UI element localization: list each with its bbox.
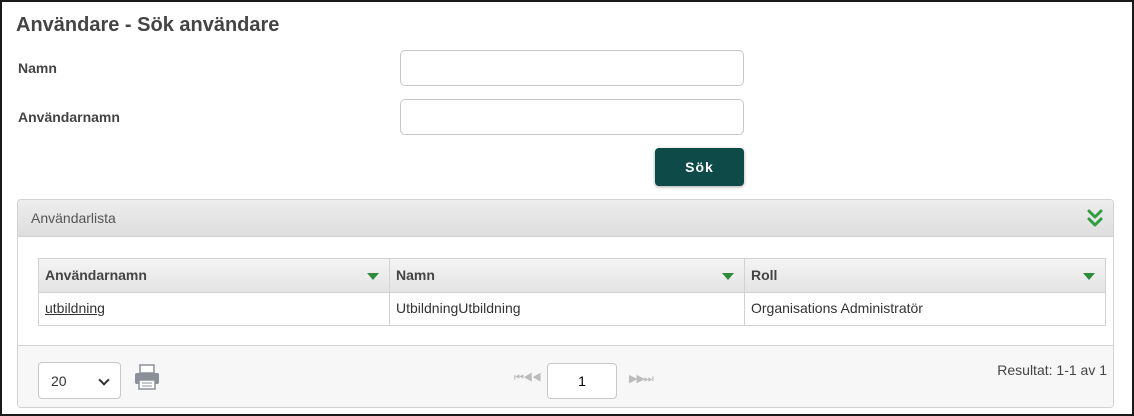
page-title: Användare - Sök användare xyxy=(16,14,280,36)
cell-name: UtbildningUtbildning xyxy=(390,293,745,325)
result-count: Resultat: 1-1 av 1 xyxy=(997,362,1107,378)
page-size-value: 20 xyxy=(51,372,67,389)
column-header-name[interactable]: Namn xyxy=(390,259,745,292)
page-size-select[interactable]: 20 xyxy=(38,362,121,399)
column-header-username[interactable]: Användarnamn xyxy=(39,259,390,292)
user-list-header[interactable]: Användarlista xyxy=(18,200,1113,237)
username-link[interactable]: utbildning xyxy=(45,300,105,316)
sort-arrow-down-icon[interactable] xyxy=(1083,273,1095,280)
user-list-title: Användarlista xyxy=(31,210,116,226)
table-header-row: Användarnamn Namn Roll xyxy=(39,259,1105,293)
username-input[interactable] xyxy=(400,99,744,135)
name-input[interactable] xyxy=(400,50,744,86)
sort-arrow-down-icon[interactable] xyxy=(367,273,379,280)
cell-username: utbildning xyxy=(39,293,390,325)
double-chevron-down-icon[interactable] xyxy=(1086,208,1104,228)
cell-role: Organisations Administratör xyxy=(751,300,923,316)
page-number-input[interactable] xyxy=(547,363,617,399)
first-prev-page-icon[interactable]: ⏮◀◀ xyxy=(514,372,542,385)
name-label: Namn xyxy=(18,60,57,76)
column-header-label: Användarnamn xyxy=(45,267,147,283)
table-row: utbildning UtbildningUtbildning Organisa… xyxy=(39,293,1105,325)
search-button[interactable]: Sök xyxy=(655,148,744,186)
column-header-role[interactable]: Roll xyxy=(745,259,1105,292)
username-label: Användarnamn xyxy=(18,109,120,125)
chevron-down-icon xyxy=(98,374,110,386)
column-header-label: Namn xyxy=(396,267,435,283)
pager-bar: 20 ⏮◀◀ ▶▶⏭ Resultat: 1-1 av 1 xyxy=(18,345,1113,407)
user-table: Användarnamn Namn Roll utbildning Utbild… xyxy=(38,258,1106,326)
printer-icon[interactable] xyxy=(134,363,160,391)
user-list-panel: Användarlista Användarnamn Namn Roll utb… xyxy=(17,199,1114,408)
sort-arrow-down-icon[interactable] xyxy=(722,273,734,280)
next-last-page-icon[interactable]: ▶▶⏭ xyxy=(629,372,654,386)
column-header-label: Roll xyxy=(751,267,778,283)
